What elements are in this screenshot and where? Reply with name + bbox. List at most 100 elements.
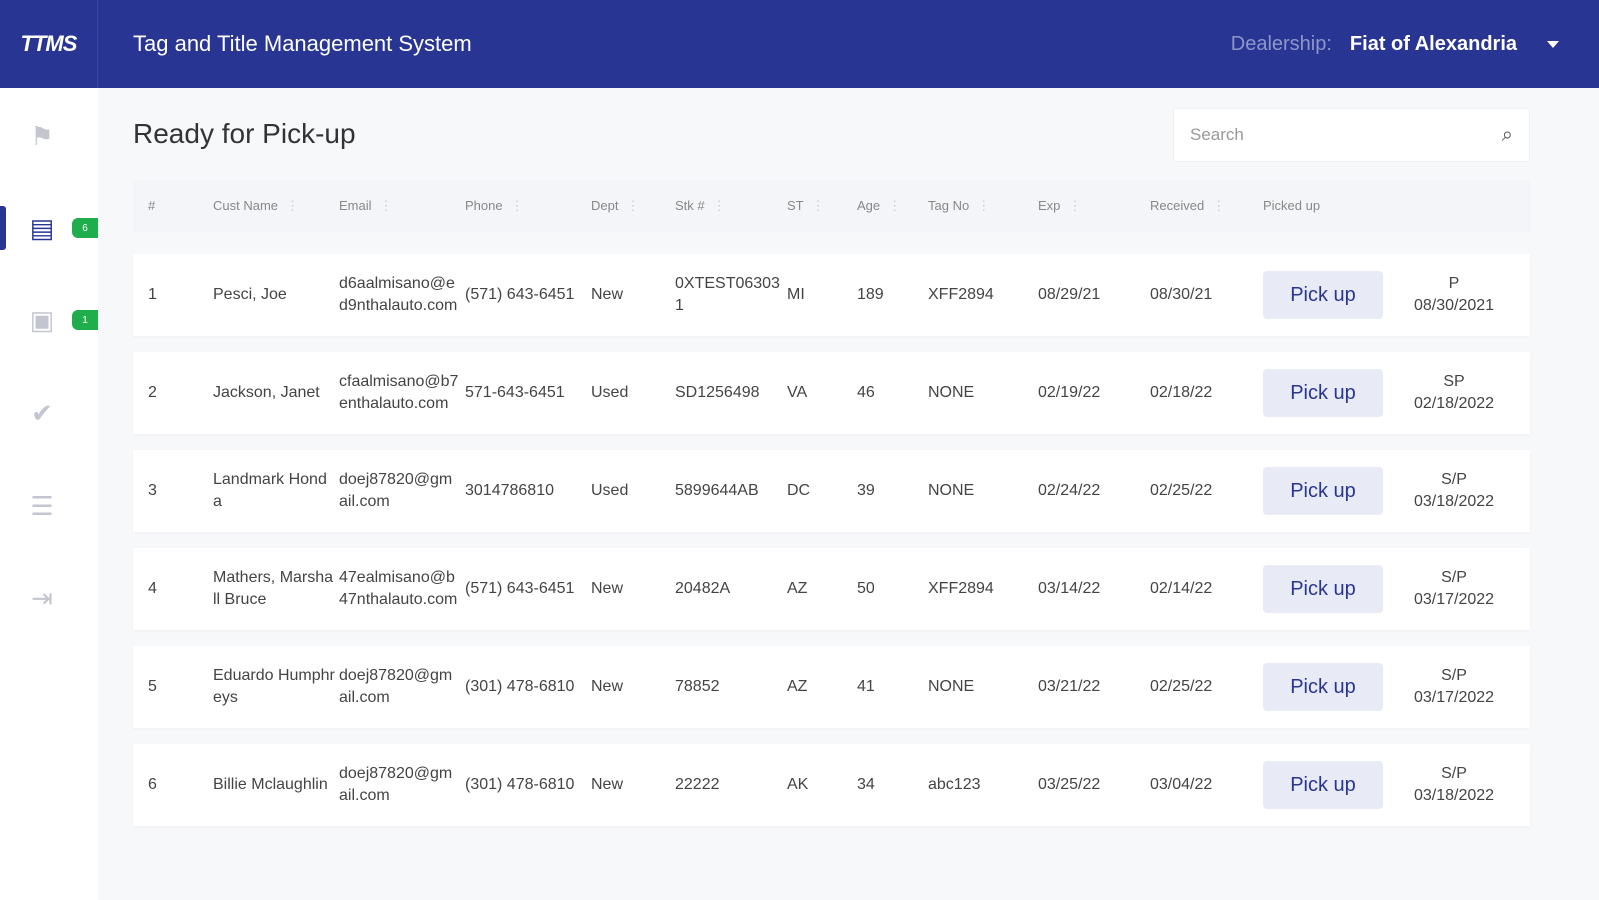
sidebar-item-ready-for-pickup[interactable]: ▤ 6 xyxy=(0,198,98,258)
sort-icon[interactable]: ⋮ xyxy=(626,198,639,213)
picked-up-status: P 08/30/2021 xyxy=(1378,273,1530,317)
cell-st: DC xyxy=(787,482,811,499)
column-header-label: Cust Name xyxy=(213,198,279,213)
column-header[interactable]: Age ⋮ xyxy=(857,195,928,217)
sidebar-item-list[interactable]: ☰ xyxy=(0,476,98,536)
pick-up-button[interactable]: Pick up xyxy=(1263,467,1383,515)
count-badge: 6 xyxy=(72,218,98,238)
cell-age: 34 xyxy=(857,776,875,793)
column-header[interactable]: Phone ⋮ xyxy=(465,195,591,217)
cell-email: cfaalmisano@b7enthalauto.com xyxy=(339,373,459,412)
logout-icon: ⇥ xyxy=(31,582,53,613)
sort-icon[interactable]: ⋮ xyxy=(1068,198,1081,213)
pick-up-button[interactable]: Pick up xyxy=(1263,369,1383,417)
dealership-label: Dealership: xyxy=(1230,32,1332,55)
cell-phone: (571) 643-6451 xyxy=(465,580,575,597)
sort-icon[interactable]: ⋮ xyxy=(713,198,726,213)
cell-tag: XFF2894 xyxy=(928,286,994,303)
table-row: 4 Mathers, Marshall Bruce 47ealmisano@b47n… xyxy=(133,548,1530,630)
search-input[interactable] xyxy=(1190,125,1502,145)
cell-st: AZ xyxy=(787,678,808,695)
cell-stk: 22222 xyxy=(675,776,720,793)
cell-exp: 08/29/21 xyxy=(1038,286,1101,303)
column-header-label: Received xyxy=(1150,198,1205,213)
search-icon[interactable]: ⌕ xyxy=(1502,124,1513,147)
column-header[interactable]: Received ⋮ xyxy=(1150,195,1263,217)
column-header-label: Email xyxy=(339,198,372,213)
column-header-label: Phone xyxy=(465,198,503,213)
cell-email: doej87820@gmail.com xyxy=(339,471,453,510)
cell-dept: New xyxy=(591,678,624,695)
sort-icon[interactable]: ⋮ xyxy=(977,198,990,213)
cell-dept: New xyxy=(591,776,624,793)
sort-icon[interactable]: ⋮ xyxy=(380,198,393,213)
picked-up-status: S/P 03/17/2022 xyxy=(1378,567,1530,611)
picked-up-status: SP 02/18/2022 xyxy=(1378,371,1530,415)
picked-up-status: S/P 03/18/2022 xyxy=(1378,469,1530,513)
cell-name: Eduardo Humphreys xyxy=(213,667,335,706)
column-header-label: Exp xyxy=(1038,198,1061,213)
list-icon: ☰ xyxy=(30,490,54,521)
sidebar-item-inbox[interactable]: ▣ 1 xyxy=(0,290,98,350)
cell-email: 47ealmisano@b47nthalauto.com xyxy=(339,569,458,608)
cell-exp: 03/21/22 xyxy=(1038,678,1101,695)
cell-received: 02/14/22 xyxy=(1150,580,1213,597)
picked-code: P xyxy=(1448,275,1460,292)
pick-up-button[interactable]: Pick up xyxy=(1263,761,1383,809)
sidebar-item-logout[interactable]: ⇥ xyxy=(0,568,98,628)
column-header[interactable]: Cust Name ⋮ xyxy=(213,195,339,217)
column-header-label: Tag No xyxy=(928,198,970,213)
cell-age: 50 xyxy=(857,580,875,597)
sort-icon[interactable]: ⋮ xyxy=(286,198,299,213)
table-row: 6 Billie Mclaughlin doej87820@gmail.com (30… xyxy=(133,744,1530,826)
cell-tag: NONE xyxy=(928,678,975,695)
column-header[interactable]: Stk # ⋮ xyxy=(675,195,787,217)
column-header[interactable]: Exp ⋮ xyxy=(1038,195,1150,217)
pick-up-button[interactable]: Pick up xyxy=(1263,663,1383,711)
column-header[interactable]: ST ⋮ xyxy=(787,195,857,217)
dealership-selector[interactable]: Dealership: Fiat of Alexandria xyxy=(1231,0,1559,88)
flag-icon: ⚑ xyxy=(30,120,54,151)
cell-st: VA xyxy=(787,384,808,401)
sort-icon[interactable]: ⋮ xyxy=(511,198,524,213)
picked-date: 02/18/2022 xyxy=(1413,395,1495,412)
ttms-logo[interactable]: TTMS xyxy=(0,0,98,88)
column-header[interactable]: Email ⋮ xyxy=(339,195,465,217)
sidebar-item-completed[interactable]: ✔ xyxy=(0,383,98,443)
app-header: TTMS Tag and Title Management System Dea… xyxy=(0,0,1599,88)
column-header[interactable]: Tag No ⋮ xyxy=(928,195,1038,217)
cell-n: 5 xyxy=(148,678,157,695)
cell-phone: 571-643-6451 xyxy=(465,384,565,401)
picked-code: S/P xyxy=(1441,765,1467,782)
check-circle-icon: ✔ xyxy=(31,397,53,428)
chevron-down-icon[interactable] xyxy=(1547,40,1559,48)
cell-email: doej87820@gmail.com xyxy=(339,667,453,706)
column-header[interactable]: Dept ⋮ xyxy=(591,195,675,217)
sort-icon[interactable]: ⋮ xyxy=(888,198,901,213)
cell-phone: (571) 643-6451 xyxy=(465,286,575,303)
sidebar-item-flagged[interactable]: ⚑ xyxy=(0,106,98,166)
cell-age: 46 xyxy=(857,384,875,401)
pick-up-button[interactable]: Pick up xyxy=(1263,271,1383,319)
cell-n: 6 xyxy=(148,776,157,793)
picked-date: 08/30/2021 xyxy=(1413,297,1495,314)
search-box[interactable]: ⌕ xyxy=(1173,108,1530,162)
book-icon: ▤ xyxy=(29,212,55,243)
cell-name: Jackson, Janet xyxy=(213,384,320,401)
pick-up-button[interactable]: Pick up xyxy=(1263,565,1383,613)
cell-email: doej87820@gmail.com xyxy=(339,765,453,804)
column-header-label: ST xyxy=(787,198,804,213)
cell-stk: 78852 xyxy=(675,678,720,695)
table-row: 5 Eduardo Humphreys doej87820@gmail.com (30… xyxy=(133,646,1530,728)
cell-received: 02/25/22 xyxy=(1150,678,1213,695)
sort-icon[interactable]: ⋮ xyxy=(812,198,825,213)
column-header-label: Stk # xyxy=(675,198,705,213)
picked-date: 03/18/2022 xyxy=(1413,787,1495,804)
column-header-label: Picked up xyxy=(1263,198,1321,213)
cell-dept: Used xyxy=(591,384,629,401)
cell-n: 4 xyxy=(148,580,157,597)
pickup-table: # Cust Name ⋮ Email ⋮ Phone ⋮ Dept ⋮ Stk # ⋮ ST ⋮ Age… xyxy=(133,180,1530,826)
cell-age: 41 xyxy=(857,678,875,695)
sort-icon[interactable]: ⋮ xyxy=(1212,198,1225,213)
cell-n: 1 xyxy=(148,286,157,303)
